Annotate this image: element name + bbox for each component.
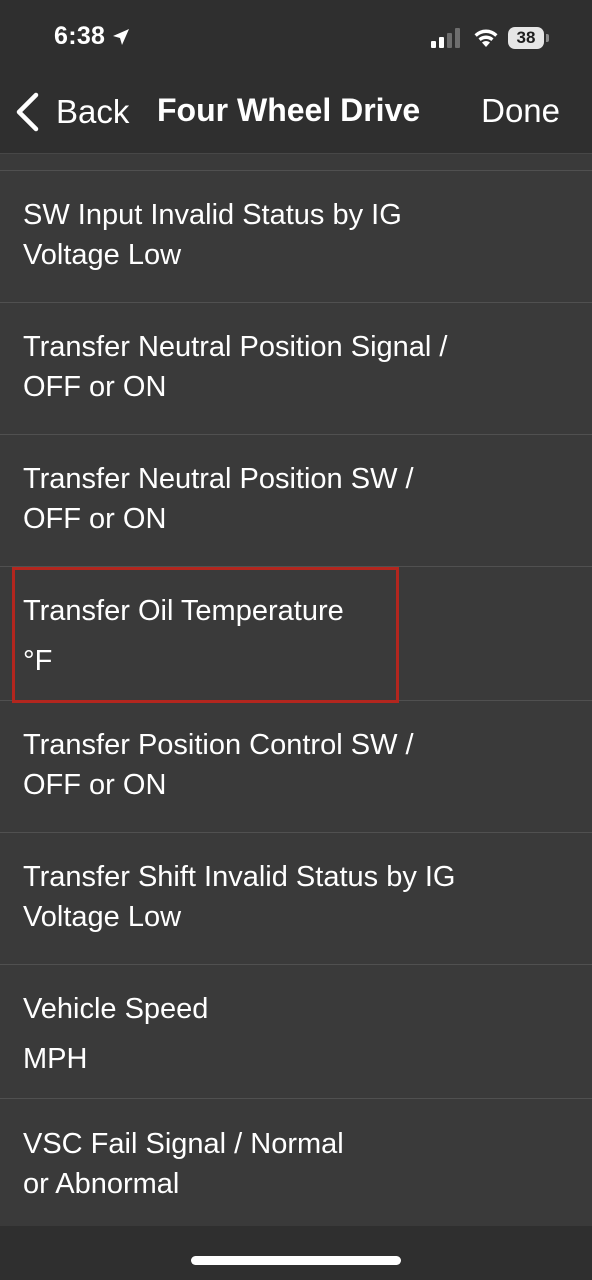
- list-item-subtitle: Voltage Low: [23, 239, 182, 271]
- back-button[interactable]: Back: [14, 90, 129, 134]
- list-item-unit: °F: [23, 645, 53, 677]
- done-button[interactable]: Done: [481, 92, 560, 130]
- parameter-list: SW Input Invalid Status by IG Voltage Lo…: [0, 154, 592, 1230]
- list-item-title: Transfer Shift Invalid Status by IG: [23, 861, 456, 893]
- list-item-title: Vehicle Speed: [23, 993, 209, 1025]
- list-item-sw-input-invalid-status[interactable]: SW Input Invalid Status by IG Voltage Lo…: [0, 171, 592, 303]
- list-item-transfer-neutral-position-sw[interactable]: Transfer Neutral Position SW / OFF or ON: [0, 435, 592, 567]
- location-arrow-icon: [113, 28, 130, 45]
- wifi-icon: [474, 29, 498, 47]
- list-item-title: Transfer Oil Temperature: [23, 595, 344, 627]
- list-item-title: VSC Fail Signal / Normal: [23, 1128, 344, 1160]
- home-indicator[interactable]: [191, 1256, 401, 1265]
- list-item-title: Transfer Position Control SW /: [23, 729, 414, 761]
- status-bar: 6:38 38: [0, 0, 592, 80]
- list-item-partial: [0, 154, 592, 171]
- list-item-title: Transfer Neutral Position Signal /: [23, 331, 448, 363]
- clock-time: 6:38: [54, 22, 106, 50]
- back-label: Back: [56, 93, 130, 130]
- list-item-title: Transfer Neutral Position SW /: [23, 463, 414, 495]
- list-item-vehicle-speed[interactable]: Vehicle Speed MPH: [0, 965, 592, 1099]
- battery-indicator: 38: [508, 27, 549, 49]
- navigation-bar: Back Four Wheel Drive Done: [0, 80, 592, 154]
- battery-level: 38: [508, 27, 544, 49]
- list-item-transfer-shift-invalid-status[interactable]: Transfer Shift Invalid Status by IG Volt…: [0, 833, 592, 965]
- page-title: Four Wheel Drive: [157, 92, 421, 128]
- list-item-subtitle: OFF or ON: [23, 769, 167, 801]
- list-item-transfer-oil-temperature[interactable]: Transfer Oil Temperature °F: [0, 567, 592, 703]
- battery-cap: [546, 34, 549, 42]
- home-indicator-area: [0, 1226, 592, 1280]
- list-item-title: SW Input Invalid Status by IG: [23, 199, 402, 231]
- list-item-transfer-position-control-sw[interactable]: Transfer Position Control SW / OFF or ON: [0, 701, 592, 833]
- cellular-signal-icon: [431, 28, 460, 48]
- list-item-unit: MPH: [23, 1043, 88, 1075]
- status-time: 6:38: [54, 22, 131, 51]
- list-item-subtitle: or Abnormal: [23, 1168, 180, 1200]
- list-item-subtitle: Voltage Low: [23, 901, 182, 933]
- list-item-vsc-fail-signal[interactable]: VSC Fail Signal / Normal or Abnormal: [0, 1099, 592, 1230]
- list-item-subtitle: OFF or ON: [23, 371, 167, 403]
- list-item-transfer-neutral-position-signal[interactable]: Transfer Neutral Position Signal / OFF o…: [0, 303, 592, 435]
- highlight-box: [12, 567, 399, 703]
- chevron-left-icon: [16, 92, 39, 132]
- list-item-subtitle: OFF or ON: [23, 503, 167, 535]
